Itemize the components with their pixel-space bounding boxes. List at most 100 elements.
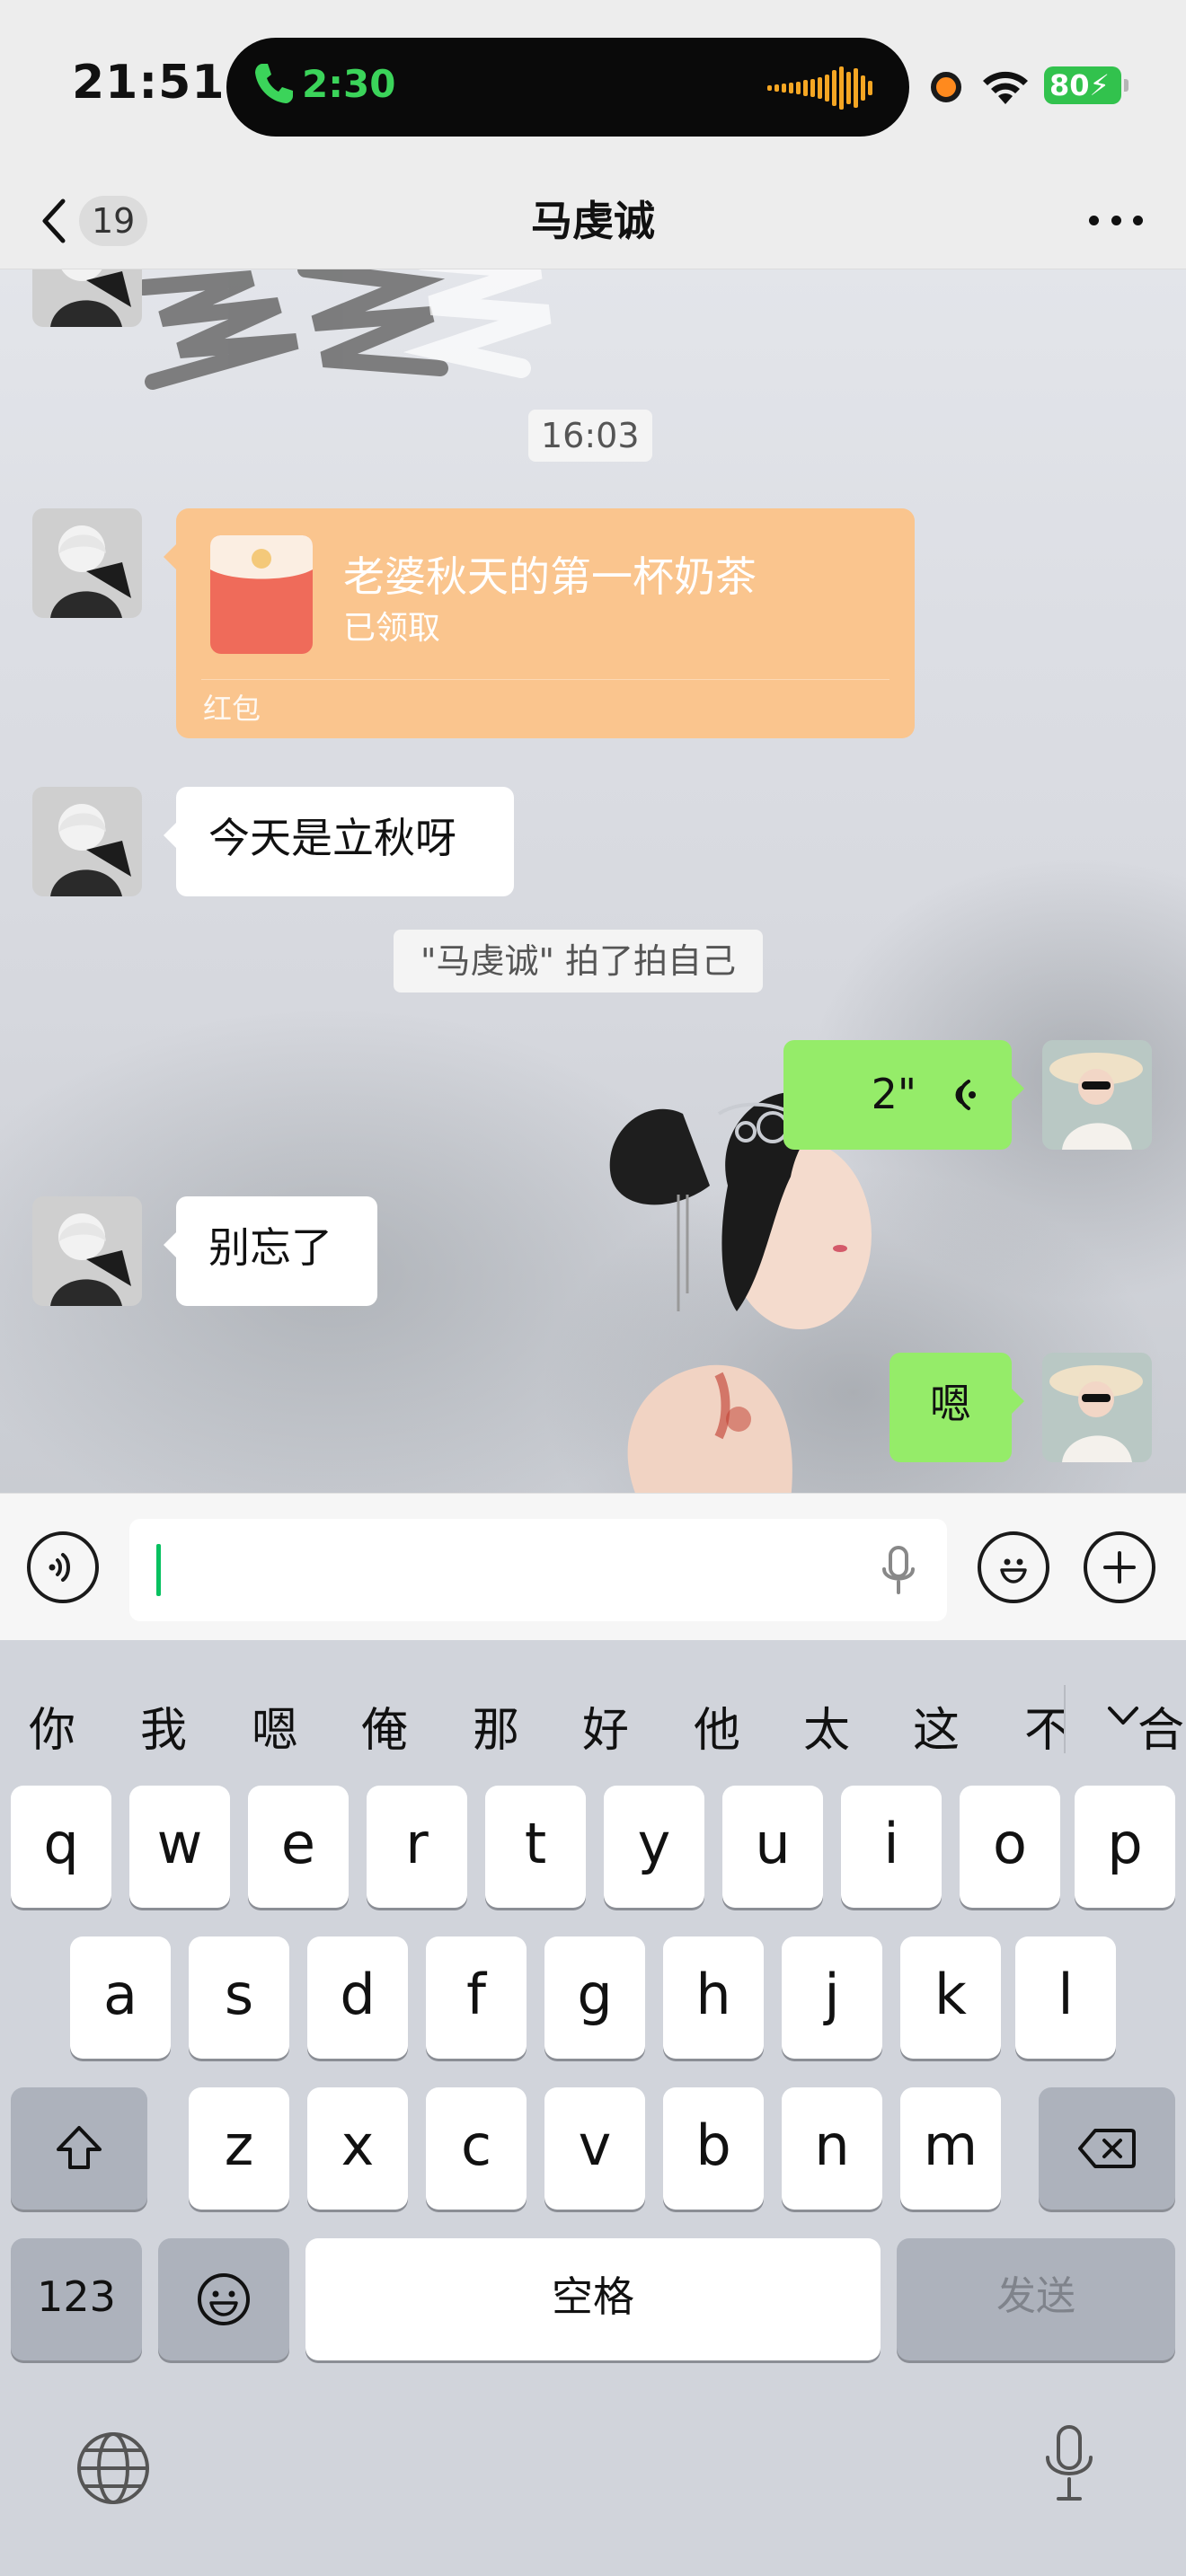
space-key[interactable]: 空格 bbox=[305, 2238, 881, 2360]
shift-key[interactable] bbox=[11, 2087, 147, 2210]
emoji-button[interactable] bbox=[978, 1531, 1049, 1603]
red-packet-message[interactable]: 老婆秋天的第一杯奶茶 已领取 红包 bbox=[164, 508, 915, 738]
emoji-icon bbox=[1000, 1558, 1027, 1584]
more-functions-button[interactable] bbox=[1084, 1531, 1155, 1603]
key-v[interactable]: v bbox=[544, 2087, 645, 2210]
key-q[interactable]: q bbox=[11, 1786, 111, 1908]
wifi-icon bbox=[983, 71, 1028, 104]
chat-title: 马虔诚 bbox=[531, 197, 655, 245]
battery-indicator: 80⚡ bbox=[1044, 66, 1128, 104]
key-z[interactable]: z bbox=[189, 2087, 289, 2210]
dictation-mic-icon[interactable] bbox=[1044, 2423, 1094, 2504]
key-w[interactable]: w bbox=[129, 1786, 230, 1908]
chevron-down-icon[interactable] bbox=[1107, 1703, 1139, 1730]
mic-icon[interactable] bbox=[881, 1544, 916, 1596]
candidate-word[interactable]: 太 bbox=[803, 1692, 850, 1760]
backspace-icon bbox=[1078, 2129, 1136, 2168]
red-packet-divider bbox=[201, 679, 890, 680]
key-u[interactable]: u bbox=[722, 1786, 823, 1908]
redaction-scribble bbox=[136, 269, 552, 390]
more-dot bbox=[1133, 215, 1143, 225]
more-options-button[interactable] bbox=[1089, 198, 1143, 243]
candidate-word[interactable]: 俺 bbox=[361, 1692, 408, 1760]
key-c[interactable]: c bbox=[426, 2087, 527, 2210]
more-dots-icon bbox=[1089, 215, 1099, 225]
key-d[interactable]: d bbox=[307, 1936, 408, 2059]
message-timestamp: 16:03 bbox=[528, 410, 652, 462]
voice-wave-icon bbox=[49, 1553, 70, 1582]
key-l[interactable]: l bbox=[1015, 1936, 1116, 2059]
dynamic-island[interactable]: 2:30 bbox=[226, 38, 909, 137]
delete-key[interactable] bbox=[1039, 2087, 1175, 2210]
my-avatar[interactable] bbox=[1042, 1353, 1152, 1462]
voice-mode-button[interactable] bbox=[27, 1531, 99, 1603]
key-x[interactable]: x bbox=[307, 2087, 408, 2210]
candidate-word[interactable]: 你 bbox=[29, 1692, 75, 1760]
key-e[interactable]: e bbox=[248, 1786, 349, 1908]
key-s[interactable]: s bbox=[189, 1936, 289, 2059]
message-text: 今天是立秋呀 bbox=[208, 814, 456, 862]
more-dot bbox=[1111, 215, 1121, 225]
key-i[interactable]: i bbox=[841, 1786, 942, 1908]
recording-dot bbox=[931, 72, 961, 102]
keyboard: 你 我 嗯 俺 那 好 他 太 这 不 合 q w e r t y u i o … bbox=[0, 1640, 1186, 2576]
call-timer: 2:30 bbox=[302, 61, 396, 106]
candidate-word[interactable]: 他 bbox=[694, 1692, 740, 1760]
key-r[interactable]: r bbox=[367, 1786, 467, 1908]
key-k[interactable]: k bbox=[900, 1936, 1001, 2059]
status-time: 21:51 bbox=[72, 56, 226, 110]
shift-icon bbox=[57, 2126, 102, 2169]
key-t[interactable]: t bbox=[485, 1786, 586, 1908]
candidate-overflow[interactable]: 合 bbox=[1137, 1692, 1184, 1760]
message-bubble-received[interactable]: 别忘了 bbox=[164, 1196, 377, 1306]
contact-avatar[interactable] bbox=[32, 508, 142, 618]
voice-wave-icon bbox=[955, 1080, 976, 1110]
contact-avatar-image bbox=[32, 508, 142, 618]
candidate-word[interactable]: 这 bbox=[913, 1692, 960, 1760]
contact-avatar[interactable] bbox=[32, 787, 142, 896]
message-text: 别忘了 bbox=[208, 1223, 332, 1272]
key-m[interactable]: m bbox=[900, 2087, 1001, 2210]
status-bar: 21:51 2:30 80⚡ bbox=[0, 0, 1186, 171]
candidate-word[interactable]: 那 bbox=[473, 1692, 519, 1760]
key-y[interactable]: y bbox=[604, 1786, 704, 1908]
globe-icon[interactable] bbox=[75, 2430, 151, 2506]
key-n[interactable]: n bbox=[782, 2087, 882, 2210]
candidate-word[interactable]: 好 bbox=[582, 1692, 629, 1760]
candidate-bar: 你 我 嗯 俺 那 好 他 太 这 不 合 bbox=[0, 1640, 1186, 1793]
chat-message-list[interactable]: 16:03 老婆秋天的第一杯奶茶 已领取 红包 今天是立秋呀 "马虔诚" 拍了拍… bbox=[0, 269, 1186, 1493]
voice-message-sent[interactable]: 2" bbox=[783, 1040, 1024, 1150]
my-avatar-image bbox=[1042, 1040, 1152, 1150]
red-packet-label: 红包 bbox=[203, 692, 261, 726]
my-avatar[interactable] bbox=[1042, 1040, 1152, 1150]
candidate-word[interactable]: 不 bbox=[1024, 1692, 1064, 1760]
plus-icon bbox=[1103, 1551, 1136, 1584]
my-avatar-image bbox=[1042, 1353, 1152, 1462]
key-g[interactable]: g bbox=[544, 1936, 645, 2059]
contact-avatar-image bbox=[32, 269, 142, 327]
chat-header: 19 马虔诚 bbox=[0, 171, 1186, 269]
key-f[interactable]: f bbox=[426, 1936, 527, 2059]
key-h[interactable]: h bbox=[663, 1936, 764, 2059]
candidate-word[interactable]: 嗯 bbox=[252, 1692, 298, 1760]
contact-avatar[interactable] bbox=[32, 269, 142, 327]
red-packet-status: 已领取 bbox=[343, 610, 441, 647]
voice-duration: 2" bbox=[871, 1070, 916, 1119]
key-a[interactable]: a bbox=[70, 1936, 171, 2059]
key-b[interactable]: b bbox=[663, 2087, 764, 2210]
message-bubble-sent[interactable]: 嗯 bbox=[890, 1353, 1024, 1462]
contact-avatar-image bbox=[32, 787, 142, 896]
message-bubble-received[interactable]: 今天是立秋呀 bbox=[164, 787, 514, 896]
numbers-key[interactable]: 123 bbox=[11, 2238, 142, 2360]
message-input[interactable] bbox=[129, 1519, 947, 1621]
contact-avatar[interactable] bbox=[32, 1196, 142, 1306]
key-j[interactable]: j bbox=[782, 1936, 882, 2059]
key-p[interactable]: p bbox=[1075, 1786, 1175, 1908]
emoji-icon bbox=[198, 2273, 250, 2325]
candidate-word[interactable]: 我 bbox=[140, 1692, 187, 1760]
key-o[interactable]: o bbox=[960, 1786, 1060, 1908]
red-packet-title: 老婆秋天的第一杯奶茶 bbox=[343, 552, 757, 601]
send-key[interactable]: 发送 bbox=[897, 2238, 1175, 2360]
emoji-key[interactable] bbox=[158, 2238, 289, 2360]
text-caret bbox=[156, 1544, 161, 1596]
